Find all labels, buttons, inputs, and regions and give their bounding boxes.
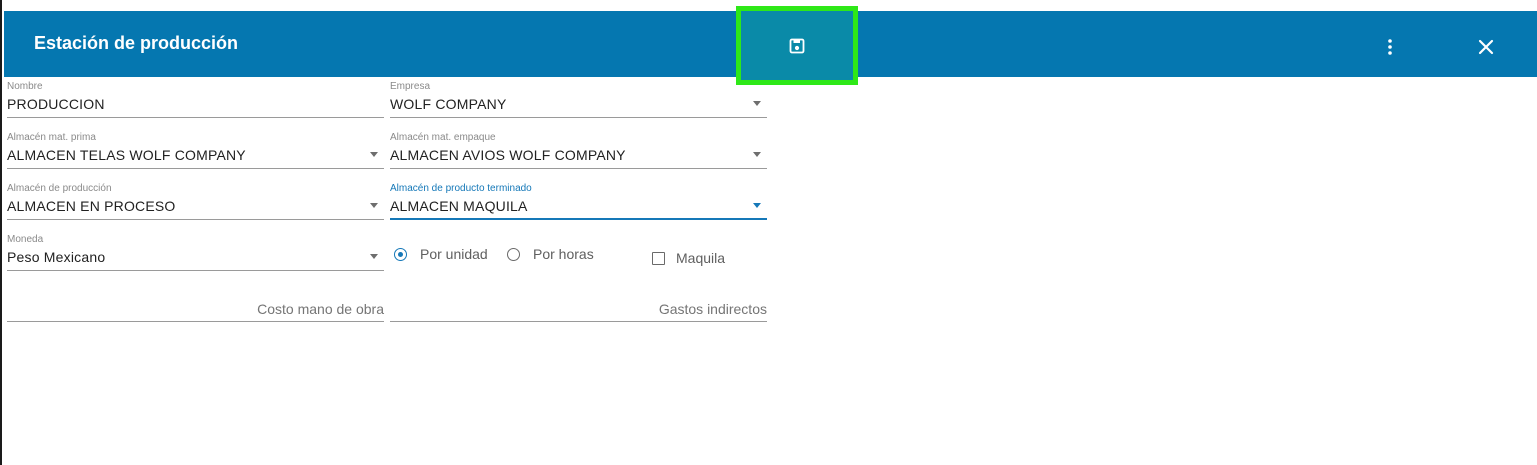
page-title: Estación de producción	[34, 33, 239, 53]
gastos-indirectos-placeholder: Gastos indirectos	[658, 301, 767, 317]
checkbox-unchecked-icon	[652, 252, 665, 265]
close-button[interactable]	[1476, 37, 1496, 57]
almacen-produccion-value: ALMACEN EN PROCESO	[7, 198, 176, 214]
chevron-down-icon	[753, 152, 761, 157]
more-vert-icon	[1382, 39, 1398, 61]
radio-por-horas-label: Por horas	[533, 246, 594, 262]
chevron-down-icon	[753, 101, 761, 106]
radio-checked-icon	[394, 248, 407, 261]
nombre-value: PRODUCCION	[7, 96, 105, 112]
nombre-label: Nombre	[7, 81, 43, 92]
chevron-down-icon	[370, 152, 378, 157]
almacen-terminado-value: ALMACEN MAQUILA	[390, 198, 528, 214]
chevron-down-icon	[370, 203, 378, 208]
moneda-select[interactable]: Moneda Peso Mexicano	[7, 234, 384, 271]
almacen-mat-empaque-select[interactable]: Almacén mat. empaque ALMACEN AVIOS WOLF …	[390, 132, 767, 169]
almacen-mat-empaque-label: Almacén mat. empaque	[390, 132, 496, 143]
costo-mano-obra-placeholder: Costo mano de obra	[257, 301, 384, 317]
almacen-terminado-select[interactable]: Almacén de producto terminado ALMACEN MA…	[390, 183, 767, 220]
app-bar: Estación de producción	[4, 6, 1537, 85]
chevron-down-icon	[370, 254, 378, 259]
maquila-label: Maquila	[676, 250, 726, 266]
save-button[interactable]	[736, 6, 858, 85]
more-options-button[interactable]	[1382, 37, 1398, 57]
almacen-mat-prima-select[interactable]: Almacén mat. prima ALMACEN TELAS WOLF CO…	[7, 132, 384, 169]
almacen-produccion-label: Almacén de producción	[7, 183, 112, 194]
nombre-field[interactable]: Nombre PRODUCCION	[7, 81, 384, 118]
moneda-value: Peso Mexicano	[7, 249, 106, 265]
gastos-indirectos-input[interactable]: Gastos indirectos	[390, 301, 767, 322]
close-icon	[1476, 39, 1496, 61]
save-icon	[789, 38, 805, 54]
radio-unchecked-icon	[507, 248, 520, 261]
empresa-label: Empresa	[390, 81, 431, 92]
empresa-value: WOLF COMPANY	[390, 96, 507, 112]
chevron-down-icon	[753, 203, 761, 208]
radio-por-unidad-label: Por unidad	[420, 246, 488, 262]
almacen-produccion-select[interactable]: Almacén de producción ALMACEN EN PROCESO	[7, 183, 384, 220]
empresa-select[interactable]: Empresa WOLF COMPANY	[390, 81, 767, 118]
top-strip	[2, 0, 1537, 11]
moneda-label: Moneda	[7, 234, 44, 245]
almacen-mat-prima-value: ALMACEN TELAS WOLF COMPANY	[7, 147, 246, 163]
almacen-mat-prima-label: Almacén mat. prima	[7, 132, 96, 143]
almacen-terminado-label: Almacén de producto terminado	[390, 183, 532, 194]
almacen-mat-empaque-value: ALMACEN AVIOS WOLF COMPANY	[390, 147, 626, 163]
window: Estación de producción Nombre PRODUCCION…	[0, 0, 1537, 465]
costo-mano-obra-input[interactable]: Costo mano de obra	[7, 301, 384, 322]
